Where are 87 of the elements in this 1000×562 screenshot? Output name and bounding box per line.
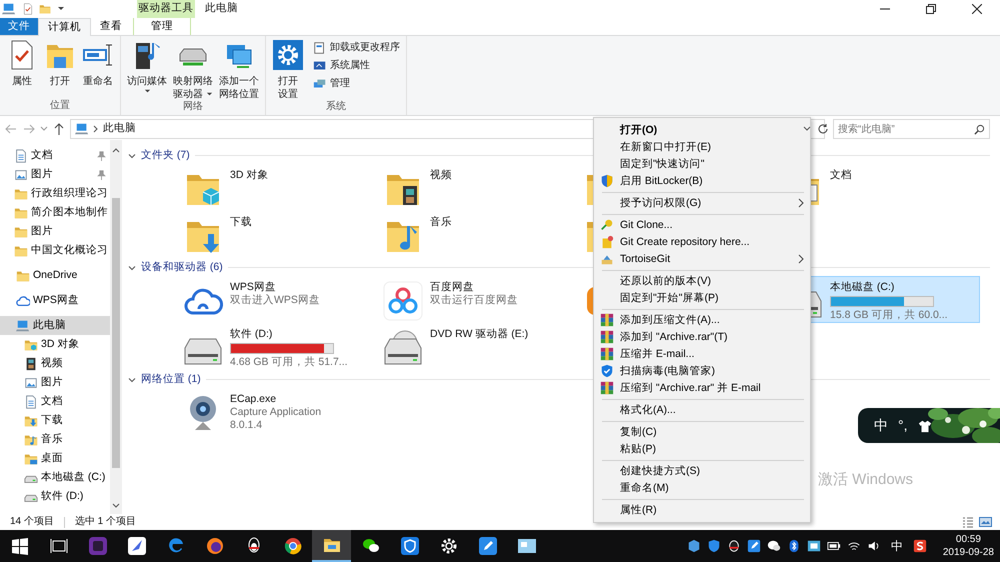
nav-item[interactable]: 视频 [0,354,110,373]
menu-item[interactable]: 格式化(A)... [594,402,810,419]
menu-item[interactable]: 在新窗口中打开(E) [594,139,810,156]
item-count: 14 个项目 [10,516,54,528]
item-name: WPS网盘 [230,281,277,294]
group-label: 系统 [324,101,347,114]
item-description: 双击进入WPS网盘 [230,294,320,308]
ribbon-tab[interactable]: 管理 [133,18,191,35]
nav-item[interactable]: OneDrive [0,266,110,285]
item-name: 下载 [230,216,252,230]
selection-count: 选中 1 个项目 [74,516,136,528]
nav-item[interactable]: 图片 [0,373,110,392]
ribbon-button[interactable]: 添加一个 网络位置 [217,39,261,101]
item-name: 本地磁盘 (C:) [830,281,896,294]
section-header: 文件夹 (7) [141,148,190,162]
ribbon-button[interactable]: 重命名 [80,39,116,100]
ribbon-tab[interactable]: 文件 [0,18,38,35]
search-box[interactable]: 搜索“此电脑” [833,119,990,139]
date: 2019-09-28 [942,546,994,559]
punctuation-mode: °, [898,416,908,434]
nav-item[interactable]: 文档 [0,146,110,165]
menu-item[interactable]: 固定到"快速访问" [594,156,810,173]
item-name: 软件 (D:) [230,328,274,342]
menu-item[interactable]: 粘贴(P) [594,441,810,458]
ime-mode: 中 [874,416,888,434]
menu-item[interactable]: 扫描病毒(电脑管家) [594,363,810,380]
nav-item[interactable]: 软件 (D:) [0,487,110,506]
nav-item[interactable]: 简介图本地制作 [0,203,110,222]
item-name: 音乐 [430,216,452,230]
menu-item[interactable]: 复制(C) [594,424,810,441]
section-header: 网络位置 (1) [141,372,201,386]
ribbon-button[interactable]: 访问媒体 [125,39,169,101]
ribbon-button[interactable]: 属性 [4,39,40,100]
ribbon-button[interactable]: 系统属性 [310,57,402,75]
menu-item[interactable]: 授予访问权限(G) [594,195,810,212]
search-input[interactable]: 搜索“此电脑” [838,120,974,138]
menu-item[interactable]: 创建快捷方式(S) [594,463,810,480]
item-detail: 15.8 GB 可用，共 60.0... [830,309,948,322]
item-name: 视频 [430,169,452,182]
menu-item[interactable]: 打开(O) [594,122,810,139]
menu-item[interactable]: 添加到 "Archive.rar"(T) [594,329,810,346]
nav-item[interactable]: 音乐 [0,430,110,449]
menu-item[interactable]: TortoiseGit [594,251,810,268]
menu-item[interactable]: Git Clone... [594,217,810,234]
group-label: 网络 [182,101,204,114]
ribbon-button[interactable]: 打开 [42,39,78,100]
menu-item[interactable]: 压缩到 "Archive.rar" 并 E-mail [594,380,810,397]
menu-item[interactable]: Git Create repository here... [594,234,810,251]
window-title: 此电脑 [205,1,238,16]
ime-toolbar[interactable]: 中 °, [858,408,1000,443]
nav-item[interactable]: 下载 [0,411,110,430]
activation-notice: 激活 Windows [818,471,914,490]
ribbon-tab[interactable]: 计算机 [38,18,91,36]
input-mode[interactable]: 中 [890,538,903,554]
ribbon-button[interactable]: 管理 [310,75,402,93]
nav-item[interactable]: 中国文化概论习 [0,241,110,260]
nav-item[interactable]: 图片 [0,165,110,184]
item-detail: 8.0.1.4 [230,419,264,432]
ribbon-tab[interactable]: 查看 [91,18,131,35]
item-name: 3D 对象 [230,169,268,182]
nav-item[interactable]: 此电脑 [0,316,110,335]
item-name: ECap.exe [230,393,278,406]
nav-item[interactable]: 行政组织理论习 [0,184,110,203]
path-text: 此电脑 [103,122,136,136]
nav-item[interactable]: WPS网盘 [0,291,110,310]
menu-item[interactable]: 属性(R) [594,502,810,519]
item-name: DVD RW 驱动器 (E:) [430,328,528,342]
menu-item[interactable]: 重命名(M) [594,480,810,497]
section-header: 设备和驱动器 (6) [141,260,223,274]
nav-item[interactable]: 桌面 [0,449,110,468]
nav-item[interactable]: 图片 [0,222,110,241]
nav-item[interactable]: 文档 [0,392,110,411]
ribbon-button[interactable]: 映射网络 驱动器 [171,39,215,101]
item-description: Capture Application [230,406,322,420]
nav-item[interactable]: 3D 对象 [0,335,110,354]
item-name: 百度网盘 [430,281,475,294]
group-label: 位置 [49,100,71,112]
ribbon-button[interactable]: 打开 设置 [270,39,306,101]
item-name: 文档 [830,169,852,182]
clock: 00:59 [956,533,981,546]
item-detail: 4.68 GB 可用，共 51.7... [230,356,348,370]
menu-item[interactable]: 启用 BitLocker(B) [594,173,810,190]
nav-item[interactable]: 本地磁盘 (C:) [0,468,110,487]
menu-item[interactable]: 压缩并 E-mail... [594,346,810,363]
tool-tab-title: 驱动器工具 [137,0,195,18]
ribbon-button[interactable]: 卸载或更改程序 [310,39,402,57]
item-description: 双击运行百度网盘 [430,294,518,308]
